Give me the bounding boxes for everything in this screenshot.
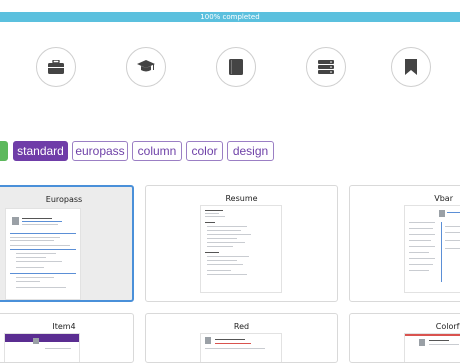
server-icon <box>318 60 334 74</box>
filter-europass-button[interactable]: europass <box>72 141 128 161</box>
template-preview <box>405 334 460 362</box>
step-details[interactable] <box>306 47 346 87</box>
graduation-cap-icon <box>137 60 155 74</box>
template-card-vbar[interactable]: Vbar <box>349 185 460 302</box>
filter-column-button[interactable]: column <box>132 141 182 161</box>
filter-color-button[interactable]: color <box>186 141 223 161</box>
bookmark-icon <box>405 59 417 75</box>
template-card-europass[interactable]: Europass <box>0 185 134 302</box>
template-preview <box>5 334 79 362</box>
template-card-item4[interactable]: Item4 <box>0 313 134 363</box>
filter-standard-button[interactable]: standard <box>13 141 68 161</box>
book-icon <box>229 59 243 75</box>
template-card-colorfull[interactable]: Colorfull <box>349 313 460 363</box>
template-name: Vbar <box>434 194 453 203</box>
step-skills[interactable] <box>216 47 256 87</box>
template-preview <box>201 334 281 362</box>
step-education[interactable] <box>126 47 166 87</box>
progress-label: 100% completed <box>200 13 260 21</box>
template-name: Red <box>233 322 250 331</box>
filter-all-button[interactable] <box>0 141 8 161</box>
template-name: Europass <box>45 195 83 204</box>
template-preview <box>201 206 281 292</box>
step-experience[interactable] <box>36 47 76 87</box>
template-name: Resume <box>225 194 258 203</box>
step-templates[interactable] <box>391 47 431 87</box>
progress-bar: 100% completed <box>0 12 460 22</box>
template-name: Item4 <box>52 322 76 331</box>
briefcase-icon <box>48 60 64 74</box>
template-name: Colorfull <box>435 322 460 331</box>
filter-design-button[interactable]: design <box>227 141 274 161</box>
template-card-red[interactable]: Red <box>145 313 338 363</box>
progress-fill: 100% completed <box>0 12 460 22</box>
template-preview <box>6 209 80 299</box>
template-preview <box>405 206 460 292</box>
template-card-resume[interactable]: Resume <box>145 185 338 302</box>
